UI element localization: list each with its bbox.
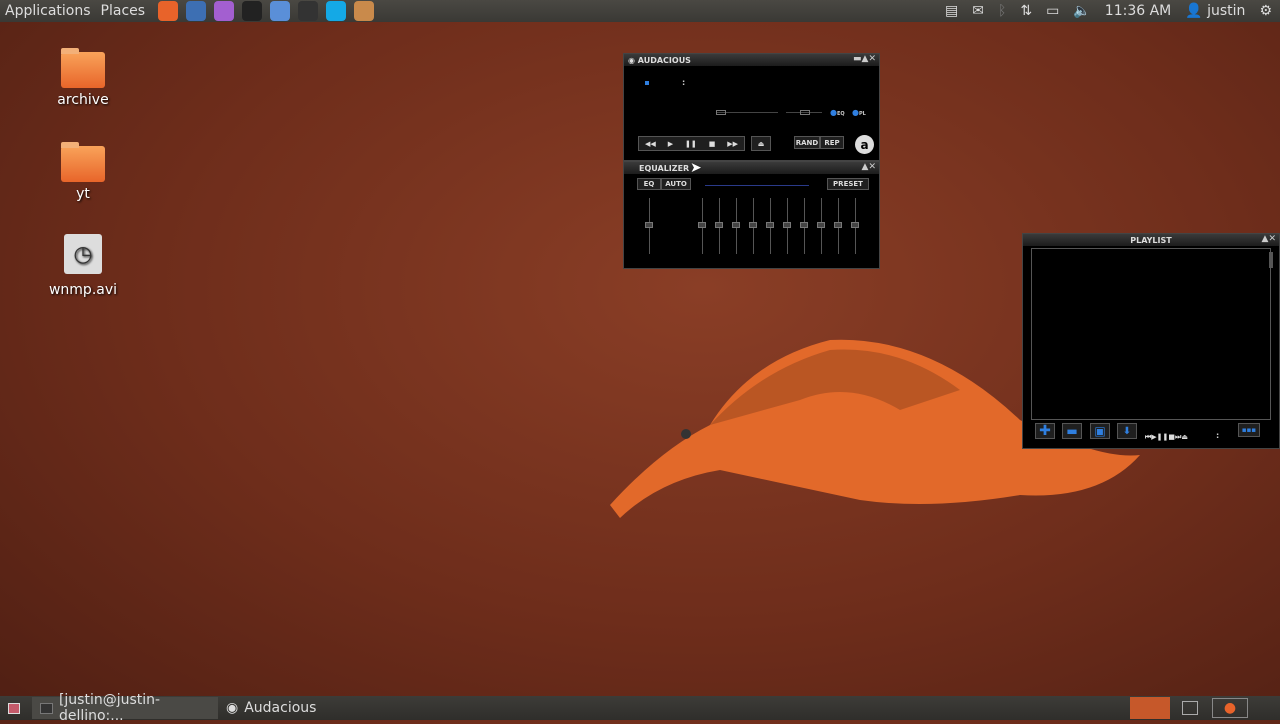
playlist-scrollbar[interactable] xyxy=(1269,252,1273,268)
desktop-icon xyxy=(8,702,20,714)
show-desktop-button[interactable] xyxy=(0,697,28,719)
repeat-button[interactable]: REP xyxy=(820,136,844,149)
close-button[interactable]: ✕ xyxy=(868,54,876,64)
slider-knob[interactable] xyxy=(851,222,859,228)
select-button[interactable]: ▣ xyxy=(1090,423,1110,439)
playlist-window: PLAYLIST ▲✕ ✚ ▬ ▣ ⬇ ⏮▶❚❚■⏭⏏ : ▪▪▪ xyxy=(1022,233,1280,449)
skype-icon[interactable] xyxy=(326,1,347,21)
slider-knob[interactable] xyxy=(783,222,791,228)
list-menu-button[interactable]: ▪▪▪ xyxy=(1238,423,1260,437)
playlist-list[interactable] xyxy=(1031,248,1271,420)
play-button[interactable]: ▶ xyxy=(668,140,673,148)
desktop-icon-wnmp[interactable]: ◷ wnmp.avi xyxy=(38,234,128,298)
status-indicator xyxy=(645,81,649,85)
eq-band-slider[interactable] xyxy=(698,198,706,254)
close-button[interactable]: ✕ xyxy=(868,162,876,172)
equalizer-window: EQUALIZER ▲✕ EQ AUTO PRESET xyxy=(623,161,880,269)
mouse-cursor: ➤ xyxy=(690,160,702,176)
volume-slider[interactable] xyxy=(786,110,822,115)
eq-band-slider[interactable] xyxy=(783,198,791,254)
bluetooth-icon[interactable]: ᛒ xyxy=(998,3,1006,19)
document-icon[interactable]: ▤ xyxy=(945,3,958,19)
random-button[interactable]: RAND xyxy=(794,136,820,149)
misc-button[interactable]: ⬇ xyxy=(1117,423,1137,439)
eq-band-slider[interactable] xyxy=(817,198,825,254)
pause-button[interactable]: ❚❚ xyxy=(685,140,697,148)
seek-bar[interactable] xyxy=(716,110,778,115)
transport-controls: ◀◀ ▶ ❚❚ ■ ▶▶ xyxy=(638,136,745,151)
preset-button[interactable]: PRESET xyxy=(827,178,869,190)
user-icon: 👤 xyxy=(1185,3,1203,19)
eq-band-slider[interactable] xyxy=(749,198,757,254)
firefox-icon[interactable] xyxy=(158,1,179,21)
network-icon[interactable]: ⇅ xyxy=(1020,3,1032,19)
task-audacious[interactable]: ◉ Audacious xyxy=(218,697,408,719)
eject-button[interactable]: ⏏ xyxy=(751,136,771,151)
chromium-icon[interactable] xyxy=(270,1,291,21)
close-button[interactable]: ✕ xyxy=(1268,234,1276,244)
folder-icon xyxy=(61,142,105,182)
remove-button[interactable]: ▬ xyxy=(1062,423,1082,439)
terminal-icon[interactable] xyxy=(242,1,263,21)
eq-band-slider[interactable] xyxy=(834,198,842,254)
video-file-clock-icon: ◷ xyxy=(64,234,102,274)
previous-button[interactable]: ◀◀ xyxy=(645,140,656,148)
slider-knob[interactable] xyxy=(715,222,723,228)
audacious-menu-button[interactable]: a xyxy=(855,135,874,154)
settings-icon[interactable] xyxy=(214,1,235,21)
slider-knob[interactable] xyxy=(817,222,825,228)
user-menu[interactable]: 👤 justin xyxy=(1185,3,1245,19)
eq-band-slider[interactable] xyxy=(851,198,859,254)
add-button[interactable]: ✚ xyxy=(1035,423,1055,439)
mini-transport[interactable]: ⏮▶❚❚■⏭⏏ xyxy=(1145,433,1188,442)
preamp-slider[interactable] xyxy=(645,198,653,254)
workspace-2[interactable] xyxy=(1182,701,1198,715)
workspace-1[interactable] xyxy=(1130,697,1170,719)
slider-knob[interactable] xyxy=(645,222,653,228)
battery-icon[interactable]: ▭ xyxy=(1046,3,1059,19)
folder-icon xyxy=(61,48,105,88)
eq-graph xyxy=(705,185,809,186)
thunderbird-icon[interactable] xyxy=(186,1,207,21)
applications-menu[interactable]: Applications xyxy=(0,3,96,19)
desktop-icon-archive[interactable]: archive xyxy=(38,48,128,108)
audacious-icon: ◉ xyxy=(226,700,239,716)
stop-button[interactable]: ■ xyxy=(709,140,716,148)
eq-band-slider[interactable] xyxy=(715,198,723,254)
playlist-time: : xyxy=(1216,431,1220,440)
volume-icon[interactable]: 🔈 xyxy=(1073,3,1090,19)
top-panel: Applications Places ▤ ✉ ᛒ ⇅ ▭ 🔈 11:36 AM… xyxy=(0,0,1280,22)
bottom-panel: [justin@justin-dellino:... ◉ Audacious ● xyxy=(0,692,1280,724)
eq-band-slider[interactable] xyxy=(800,198,808,254)
time-display: : xyxy=(682,78,686,87)
eq-band-slider[interactable] xyxy=(732,198,740,254)
audacious-main-window: ◉ AUDACIOUS ▬▲✕ : ●EQ ●PL ◀◀ ▶ ❚❚ ■ ▶▶ ⏏ RAND… xyxy=(623,53,880,161)
places-menu[interactable]: Places xyxy=(96,3,151,19)
mail-icon[interactable]: ✉ xyxy=(972,3,984,19)
slider-knob[interactable] xyxy=(749,222,757,228)
eq-toggle[interactable]: ●EQ xyxy=(830,108,845,117)
audacious-logo-icon: ◉ xyxy=(628,55,638,65)
next-button[interactable]: ▶▶ xyxy=(727,140,738,148)
session-gear-icon[interactable]: ⚙ xyxy=(1259,3,1272,19)
system-monitor-icon[interactable] xyxy=(298,1,319,21)
eq-enable-button[interactable]: EQ xyxy=(637,178,661,190)
terminal-icon xyxy=(40,702,53,714)
minimize-button[interactable]: ▬ xyxy=(853,54,862,64)
slider-knob[interactable] xyxy=(800,222,808,228)
clock[interactable]: 11:36 AM xyxy=(1105,3,1171,19)
eq-auto-button[interactable]: AUTO xyxy=(661,178,691,190)
eq-band-slider[interactable] xyxy=(766,198,774,254)
slider-knob[interactable] xyxy=(732,222,740,228)
slider-knob[interactable] xyxy=(766,222,774,228)
slider-knob[interactable] xyxy=(698,222,706,228)
desktop-icon-yt[interactable]: yt xyxy=(38,142,128,202)
firefox-icon[interactable]: ● xyxy=(1212,698,1248,718)
archive-installer-icon[interactable] xyxy=(354,1,375,21)
pl-toggle[interactable]: ●PL xyxy=(852,108,866,117)
slider-knob[interactable] xyxy=(834,222,842,228)
task-terminal[interactable]: [justin@justin-dellino:... xyxy=(32,692,218,724)
